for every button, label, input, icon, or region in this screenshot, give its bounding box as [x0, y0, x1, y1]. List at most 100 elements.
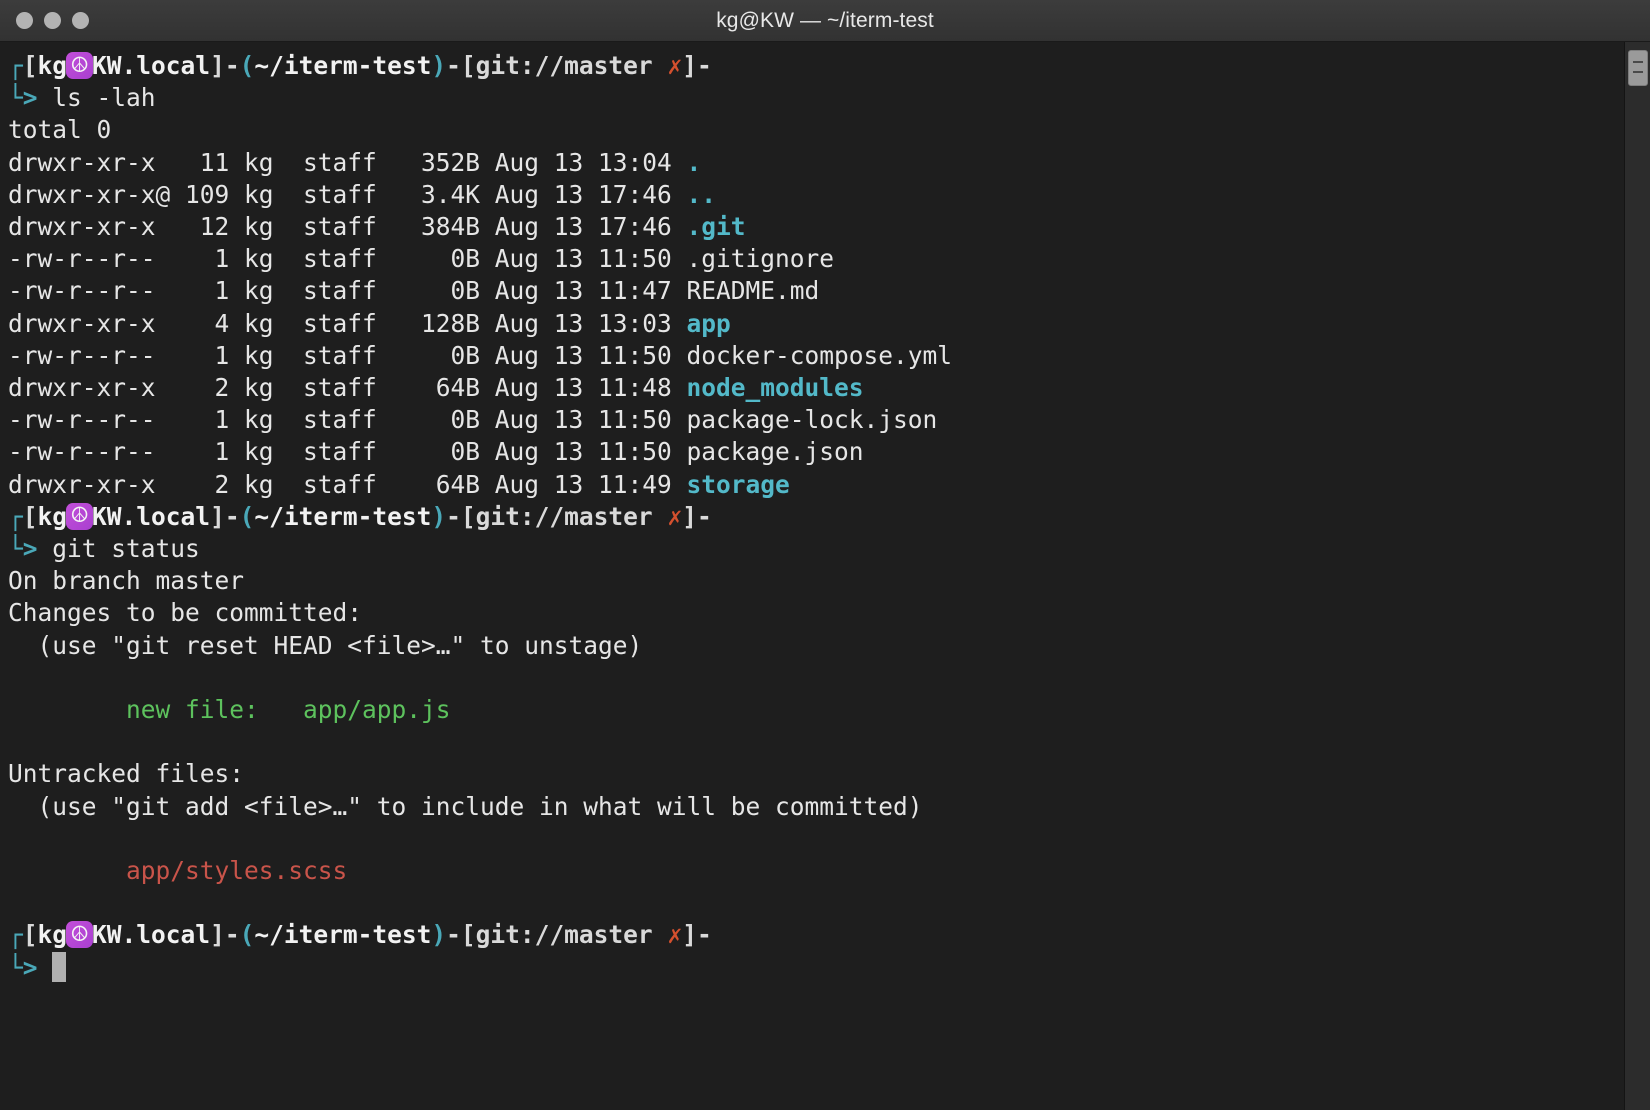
ls-row-meta: -rw-r--r-- 1 kg staff 0B Aug 13 11:47: [8, 276, 687, 306]
ls-row-name: .gitignore: [686, 244, 835, 274]
prompt-user: kg: [37, 51, 68, 80]
peace-symbol-glyph: ☮: [70, 52, 89, 77]
ls-row: -rw-r--r-- 1 kg staff 0B Aug 13 11:50 do…: [8, 340, 1624, 372]
prompt-paren-open: (: [239, 51, 255, 80]
prompt-bracket-open: [: [22, 920, 38, 950]
prompt-path: ~/iterm-test: [254, 501, 432, 531]
ls-row: -rw-r--r-- 1 kg staff 0B Aug 13 11:47 RE…: [8, 275, 1624, 307]
prompt-bracket-open: [: [22, 501, 38, 531]
prompt-bracket-close: ]: [210, 920, 225, 950]
ls-total-line: total 0: [8, 115, 112, 145]
ls-row-meta: drwxr-xr-x 12 kg staff 384B Aug 13 17:46: [8, 212, 687, 242]
ls-row-meta: -rw-r--r-- 1 kg staff 0B Aug 13 11:50: [8, 244, 687, 274]
git-dirty-icon: ✗: [667, 501, 683, 531]
git-staged-file: new file: app/app.js: [8, 695, 451, 725]
prompt-paren-close: ): [431, 51, 447, 80]
ls-row: drwxr-xr-x@ 109 kg staff 3.4K Aug 13 17:…: [8, 179, 1624, 211]
prompt-host: KW.local: [92, 920, 211, 950]
shell-command-line: └> ls -lah: [8, 82, 1624, 114]
prompt-corner-icon: ┌: [8, 51, 23, 80]
prompt-paren-open: (: [239, 920, 255, 950]
peace-symbol-glyph: ☮: [70, 503, 89, 528]
ls-row: drwxr-xr-x 12 kg staff 384B Aug 13 17:46…: [8, 211, 1624, 243]
close-button[interactable]: [16, 12, 33, 29]
terminal-output-area[interactable]: ┌[kg ☮ KW.local]-(~/iterm-test)-[git://mas…: [0, 42, 1624, 1110]
ls-row: -rw-r--r-- 1 kg staff 0B Aug 13 11:50 pa…: [8, 436, 1624, 468]
prompt-corner-icon: └: [8, 534, 23, 564]
command-text: ls -lah: [37, 83, 156, 113]
terminal-window: kg@KW — ~/iterm-test ┌[kg ☮ KW.local]-(~/i…: [0, 0, 1650, 1110]
peace-emoji-icon: ☮: [66, 52, 94, 79]
prompt-dash: -: [224, 51, 240, 80]
ls-row-name: ..: [686, 179, 717, 209]
prompt-path: ~/iterm-test: [254, 51, 432, 80]
terminal-scrollbar[interactable]: [1624, 42, 1650, 1110]
git-untracked-header: Untracked files:: [8, 759, 245, 789]
ls-row-meta: -rw-r--r-- 1 kg staff 0B Aug 13 11:50: [8, 437, 687, 467]
minimize-button[interactable]: [44, 12, 61, 29]
ls-row-name: README.md: [686, 276, 820, 306]
prompt-git-branch: git://master: [475, 920, 668, 950]
prompt-bracket-close: ]: [682, 920, 697, 950]
prompt-bracket-open: [: [460, 501, 476, 531]
shell-command-line: └>: [8, 951, 1624, 984]
prompt-corner-icon: └: [8, 83, 23, 113]
prompt-user: kg: [37, 501, 68, 531]
prompt-arrow-icon: >: [22, 534, 38, 564]
shell-command-line: └> git status: [8, 533, 1624, 565]
shell-prompt-line: ┌[kg ☮ KW.local]-(~/iterm-test)-[git://mas…: [8, 919, 1624, 951]
prompt-host: KW.local: [92, 51, 211, 80]
prompt-dash: -: [696, 501, 712, 531]
ls-row-meta: drwxr-xr-x 4 kg staff 128B Aug 13 13:03: [8, 308, 687, 338]
prompt-corner-icon: └: [8, 952, 23, 982]
window-title: kg@KW — ~/iterm-test: [716, 8, 934, 32]
prompt-dash: -: [446, 920, 461, 950]
git-branch-line: On branch master: [8, 566, 245, 596]
command-text: [38, 953, 53, 982]
prompt-git-branch: git://master: [475, 51, 668, 80]
peace-symbol-glyph: ☮: [70, 922, 89, 947]
prompt-bracket-open: [: [460, 51, 476, 80]
window-titlebar: kg@KW — ~/iterm-test: [0, 0, 1650, 42]
prompt-dash: -: [224, 920, 240, 950]
ls-row: drwxr-xr-x 4 kg staff 128B Aug 13 13:03 …: [8, 308, 1624, 340]
git-dirty-icon: ✗: [667, 920, 683, 950]
ls-row-name: docker-compose.yml: [686, 340, 953, 370]
prompt-dash: -: [696, 920, 712, 950]
prompt-host: KW.local: [92, 501, 211, 531]
prompt-bracket-open: [: [22, 51, 38, 80]
prompt-dash: -: [446, 51, 461, 80]
ls-row-name: storage: [686, 469, 790, 499]
zoom-button[interactable]: [72, 12, 89, 29]
shell-prompt-line: ┌[kg ☮ KW.local]-(~/iterm-test)-[git://mas…: [8, 501, 1624, 533]
ls-row-meta: -rw-r--r-- 1 kg staff 0B Aug 13 11:50: [8, 340, 687, 370]
prompt-bracket-open: [: [460, 920, 476, 950]
git-staged-hint: (use "git reset HEAD <file>…" to unstage…: [8, 630, 643, 660]
prompt-paren-close: ): [431, 920, 447, 950]
prompt-dash: -: [446, 501, 461, 531]
git-untracked-file: app/styles.scss: [8, 856, 348, 886]
git-staged-header: Changes to be committed:: [8, 598, 363, 628]
prompt-paren-close: ): [431, 501, 447, 531]
git-dirty-icon: ✗: [667, 51, 683, 80]
prompt-bracket-close: ]: [210, 501, 225, 531]
shell-prompt-line: ┌[kg ☮ KW.local]-(~/iterm-test)-[git://mas…: [8, 50, 1624, 82]
ls-row-meta: -rw-r--r-- 1 kg staff 0B Aug 13 11:50: [8, 405, 687, 435]
prompt-corner-icon: ┌: [8, 501, 23, 531]
ls-row-meta: drwxr-xr-x 2 kg staff 64B Aug 13 11:48: [8, 373, 687, 403]
prompt-bracket-close: ]: [682, 501, 697, 531]
ls-row-name: package.json: [686, 437, 864, 467]
ls-row-meta: drwxr-xr-x 2 kg staff 64B Aug 13 11:49: [8, 469, 687, 499]
prompt-arrow-icon: >: [22, 952, 38, 982]
scrollbar-thumb[interactable]: [1628, 50, 1648, 86]
ls-row-name: node_modules: [686, 373, 864, 403]
ls-row: drwxr-xr-x 2 kg staff 64B Aug 13 11:49 s…: [8, 469, 1624, 501]
prompt-bracket-close: ]: [210, 51, 225, 80]
ls-row-name: app: [686, 308, 731, 338]
prompt-paren-open: (: [239, 501, 255, 531]
ls-row: drwxr-xr-x 11 kg staff 352B Aug 13 13:04…: [8, 147, 1624, 179]
peace-emoji-icon: ☮: [66, 921, 94, 949]
ls-row-name: .: [686, 147, 702, 177]
prompt-arrow-icon: >: [22, 83, 38, 113]
